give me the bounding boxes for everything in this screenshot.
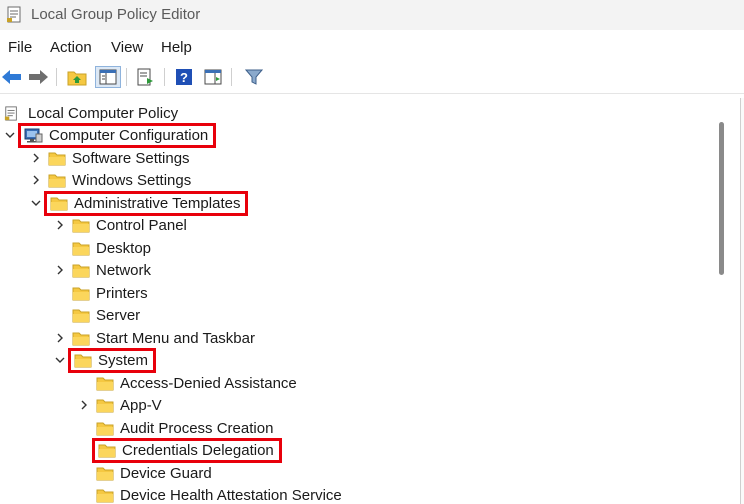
menu-file[interactable]: File [8,39,32,56]
folder-icon [48,152,66,165]
folder-icon [72,309,90,322]
forward-arrow-icon[interactable] [26,66,50,88]
details-pane-edge [740,98,744,504]
tree-item-label: Local Computer Policy [28,104,179,122]
tree-item-label: Start Menu and Taskbar [96,329,255,347]
tree-item-start-menu-and-taskbar[interactable]: Start Menu and Taskbar [54,327,255,349]
policy-document-icon [4,105,17,121]
toolbar-separator [164,68,165,86]
tree-item-label: Computer Configuration [49,126,209,144]
folder-icon [96,489,114,502]
tree-item-server[interactable]: Server [54,304,140,326]
tree-item-label: Server [96,306,141,324]
folder-icon [98,444,116,457]
folder-icon [96,422,114,435]
chevron-right-icon[interactable] [54,219,66,231]
folder-icon [50,197,68,210]
chevron-right-icon[interactable] [54,264,66,276]
tree-item-label: Control Panel [96,216,187,234]
folder-icon [72,332,90,345]
tree-item-network[interactable]: Network [54,259,151,281]
folder-icon [72,287,90,300]
highlight-box: Credentials Delegation [92,437,282,463]
tree-item-device-health-attestation[interactable]: Device Health Attestation Service [78,484,342,504]
show-hide-action-pane-icon[interactable] [201,66,225,88]
filter-icon[interactable] [242,66,266,88]
tree-item-label: Device Guard [120,464,212,482]
policy-document-icon [7,6,21,23]
tree-item-label: Printers [96,284,148,302]
toolbar: ? [0,62,744,92]
svg-text:?: ? [180,70,188,85]
tree-item-administrative-templates[interactable]: Administrative Templates [30,190,249,216]
policy-tree: Local Computer Policy Computer Configura… [0,100,712,504]
export-list-icon[interactable] [134,66,158,88]
chevron-right-icon[interactable] [30,174,42,186]
chevron-right-icon[interactable] [54,332,66,344]
tree-item-system[interactable]: System [54,347,157,373]
tree-item-app-v[interactable]: App-V [78,394,162,416]
tree-item-desktop[interactable]: Desktop [54,237,151,259]
chevron-down-icon[interactable] [4,129,16,141]
back-arrow-icon[interactable] [0,66,24,88]
chevron-right-icon[interactable] [30,152,42,164]
toolbar-separator [231,68,232,86]
folder-icon [96,377,114,390]
chevron-down-icon[interactable] [54,354,66,366]
tree-item-device-guard[interactable]: Device Guard [78,462,212,484]
menu-help[interactable]: Help [161,39,192,56]
title-bar: Local Group Policy Editor [0,0,744,30]
tree-item-label: Software Settings [72,149,190,167]
toolbar-separator [56,68,57,86]
window-title: Local Group Policy Editor [31,6,201,23]
tree-item-label: Administrative Templates [74,194,241,212]
tree-item-label: Network [96,261,152,279]
scrollbar-thumb[interactable] [719,122,724,275]
tree-item-label: System [98,351,149,369]
up-folder-icon[interactable] [65,66,89,88]
tree-item-label: Windows Settings [72,171,192,189]
folder-icon [96,467,114,480]
folder-icon [74,354,92,367]
computer-icon [24,128,43,142]
tree-item-access-denied-assistance[interactable]: Access-Denied Assistance [78,372,297,394]
tree-item-label: Audit Process Creation [120,419,274,437]
tree-item-label: Desktop [96,239,152,257]
pane-divider [0,93,744,94]
menu-bar: File Action View Help [0,36,744,60]
show-hide-tree-icon[interactable] [95,66,121,88]
menu-view[interactable]: View [111,39,143,56]
folder-icon [48,174,66,187]
highlight-box: System [68,347,157,373]
highlight-box: Administrative Templates [44,190,249,216]
help-icon[interactable]: ? [172,66,196,88]
chevron-down-icon[interactable] [30,197,42,209]
tree-item-control-panel[interactable]: Control Panel [54,214,187,236]
tree-item-computer-configuration[interactable]: Computer Configuration [4,122,217,148]
highlight-box: Computer Configuration [18,122,217,148]
folder-icon [72,264,90,277]
folder-icon [72,242,90,255]
tree-item-credentials-delegation[interactable]: Credentials Delegation [78,437,282,463]
tree-item-windows-settings[interactable]: Windows Settings [30,169,191,191]
toolbar-separator [126,68,127,86]
menu-action[interactable]: Action [50,39,92,56]
tree-item-label: App-V [120,396,162,414]
chevron-right-icon[interactable] [78,399,90,411]
folder-icon [72,219,90,232]
tree-item-label: Credentials Delegation [122,441,274,459]
tree-item-label: Access-Denied Assistance [120,374,297,392]
tree-item-local-computer-policy[interactable]: Local Computer Policy [4,102,178,124]
folder-icon [96,399,114,412]
tree-item-audit-process-creation[interactable]: Audit Process Creation [78,417,273,439]
tree-item-label: Device Health Attestation Service [120,486,342,504]
tree-item-software-settings[interactable]: Software Settings [30,147,190,169]
tree-item-printers[interactable]: Printers [54,282,148,304]
